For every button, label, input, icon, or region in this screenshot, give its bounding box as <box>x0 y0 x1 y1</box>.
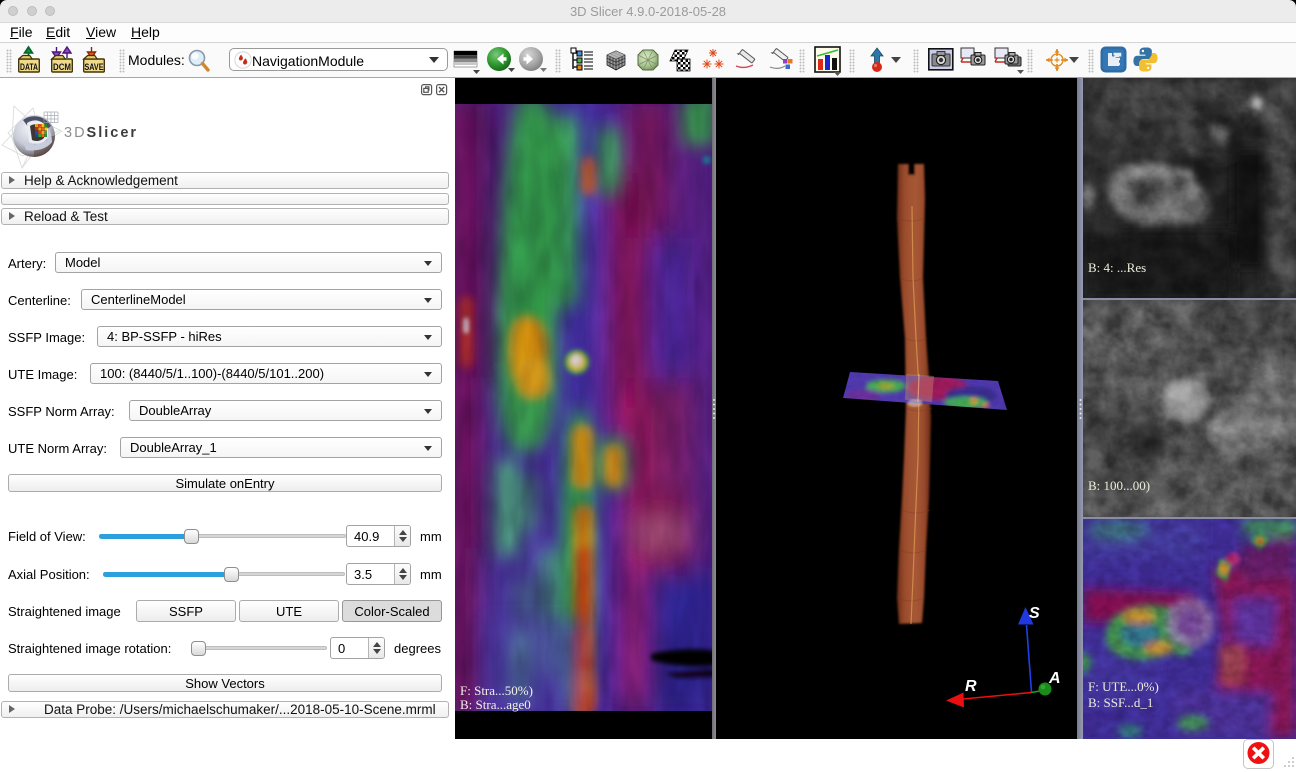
svg-text:F: Stra...50%): F: Stra...50%) <box>460 683 533 698</box>
svg-text:A: A <box>1048 670 1061 687</box>
svg-text:DCM: DCM <box>53 62 71 73</box>
svg-text:B: Stra...age0: B: Stra...age0 <box>460 697 531 712</box>
svg-text:R: R <box>965 678 977 695</box>
svg-text:B: SSF...d_1: B: SSF...d_1 <box>1088 695 1153 710</box>
svg-text:DATA: DATA <box>20 62 38 73</box>
svg-text:F: UTE...0%): F: UTE...0%) <box>1088 679 1159 694</box>
svg-text:B: 4: ...Res: B: 4: ...Res <box>1088 260 1146 275</box>
svg-text:S: S <box>1029 605 1040 622</box>
svg-text:B: 100...00): B: 100...00) <box>1088 478 1150 493</box>
svg-text:SAVE: SAVE <box>85 62 104 73</box>
